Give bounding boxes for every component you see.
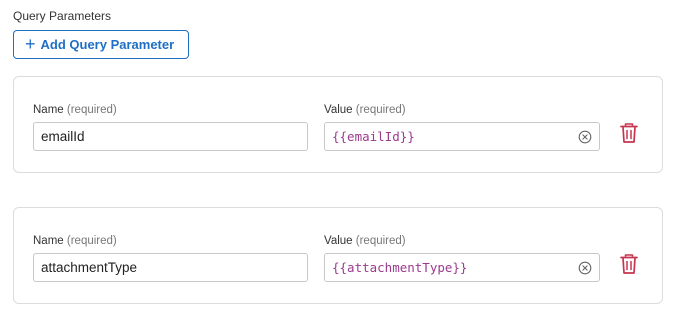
name-field-label: Name (required) xyxy=(33,235,117,247)
clear-icon[interactable] xyxy=(578,130,592,144)
trash-icon[interactable] xyxy=(619,253,639,275)
name-input[interactable]: attachmentType xyxy=(33,253,308,282)
name-field-label: Name (required) xyxy=(33,104,117,116)
value-input[interactable]: {{emailId}} xyxy=(324,122,600,151)
trash-icon[interactable] xyxy=(619,122,639,144)
add-query-parameter-button[interactable]: + Add Query Parameter xyxy=(13,30,189,59)
value-input[interactable]: {{attachmentType}} xyxy=(324,253,600,282)
plus-icon: + xyxy=(25,34,36,54)
value-field-label: Value (required) xyxy=(324,235,406,247)
query-parameters-panel: Query Parameters + Add Query Parameter N… xyxy=(0,0,678,312)
section-title: Query Parameters xyxy=(13,9,112,23)
add-query-parameter-label: Add Query Parameter xyxy=(40,37,175,52)
name-input[interactable]: emailId xyxy=(33,122,308,151)
query-parameter-card: Name (required) attachmentType Value (re… xyxy=(13,207,663,304)
value-field-label: Value (required) xyxy=(324,104,406,116)
value-text: {{attachmentType}} xyxy=(332,260,468,275)
query-parameter-card: Name (required) emailId Value (required)… xyxy=(13,76,663,173)
value-text: {{emailId}} xyxy=(332,129,415,144)
clear-icon[interactable] xyxy=(578,261,592,275)
